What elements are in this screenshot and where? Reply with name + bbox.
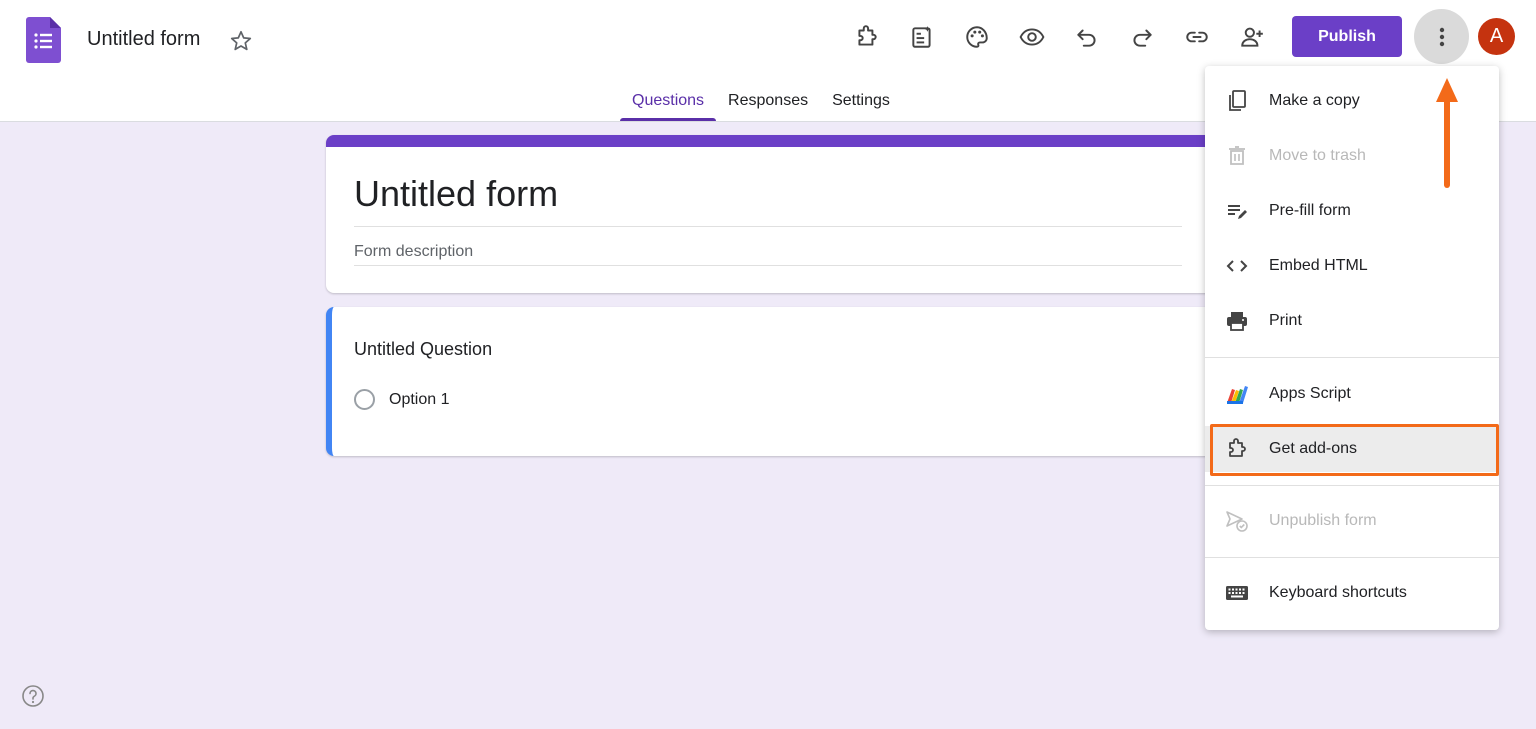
undo-icon[interactable] — [1074, 24, 1100, 50]
palette-icon[interactable] — [964, 24, 990, 50]
form-title[interactable]: Untitled form — [354, 173, 558, 215]
form-description-field[interactable]: Form description — [354, 243, 473, 261]
menu-divider — [1205, 357, 1499, 358]
menu-item-label: Make a copy — [1269, 92, 1360, 109]
customize-questions-icon[interactable] — [909, 24, 935, 50]
annotation-arrow-icon — [1432, 78, 1462, 190]
more-options-button[interactable] — [1414, 9, 1469, 64]
menu-item-label: Pre-fill form — [1269, 202, 1351, 219]
link-icon[interactable] — [1184, 24, 1210, 50]
menu-item-label: Unpublish form — [1269, 512, 1377, 529]
menu-item-label: Embed HTML — [1269, 257, 1368, 274]
menu-item-apps-script[interactable]: Apps Script — [1205, 371, 1499, 417]
document-title[interactable]: Untitled form — [87, 28, 200, 51]
menu-item-label: Print — [1269, 312, 1302, 329]
help-icon[interactable] — [21, 684, 45, 708]
prefill-icon — [1224, 198, 1250, 224]
option-label[interactable]: Option 1 — [389, 391, 449, 409]
tab-responses[interactable]: Responses — [716, 90, 820, 122]
question-card[interactable]: Untitled Question Option 1 — [326, 307, 1216, 456]
tab-questions[interactable]: Questions — [620, 90, 717, 122]
menu-item-embed-html[interactable]: Embed HTML — [1205, 243, 1499, 289]
add-collaborator-icon[interactable] — [1239, 24, 1265, 50]
apps-script-icon — [1224, 381, 1250, 407]
tab-settings[interactable]: Settings — [820, 90, 902, 122]
menu-divider — [1205, 485, 1499, 486]
question-title[interactable]: Untitled Question — [354, 339, 492, 360]
menu-item-label: Apps Script — [1269, 385, 1351, 402]
menu-item-label: Keyboard shortcuts — [1269, 584, 1407, 601]
menu-item-print[interactable]: Print — [1205, 298, 1499, 344]
unpublish-icon — [1224, 508, 1250, 534]
form-tabs: Questions Responses Settings — [620, 90, 902, 122]
menu-divider — [1205, 557, 1499, 558]
more-vert-icon — [1439, 27, 1444, 46]
forms-logo-icon[interactable] — [26, 17, 61, 63]
annotation-highlight-box — [1210, 424, 1499, 476]
menu-item-keyboard-shortcuts[interactable]: Keyboard shortcuts — [1205, 570, 1499, 616]
menu-item-prefill-form[interactable]: Pre-fill form — [1205, 188, 1499, 234]
option-radio — [354, 389, 375, 410]
print-icon — [1224, 308, 1250, 334]
avatar[interactable]: A — [1478, 18, 1515, 55]
trash-icon — [1224, 143, 1250, 169]
preview-eye-icon[interactable] — [1019, 24, 1045, 50]
code-icon — [1224, 253, 1250, 279]
keyboard-icon — [1224, 580, 1250, 606]
addons-icon[interactable] — [854, 24, 880, 50]
menu-item-unpublish-form[interactable]: Unpublish form — [1205, 498, 1499, 544]
star-icon[interactable] — [229, 29, 253, 53]
form-title-card: Untitled form Form description — [326, 135, 1216, 293]
redo-icon[interactable] — [1129, 24, 1155, 50]
menu-item-label: Move to trash — [1269, 147, 1366, 164]
title-underline — [354, 226, 1182, 227]
description-underline — [354, 265, 1182, 266]
copy-icon — [1224, 88, 1250, 114]
publish-button[interactable]: Publish — [1292, 16, 1402, 57]
